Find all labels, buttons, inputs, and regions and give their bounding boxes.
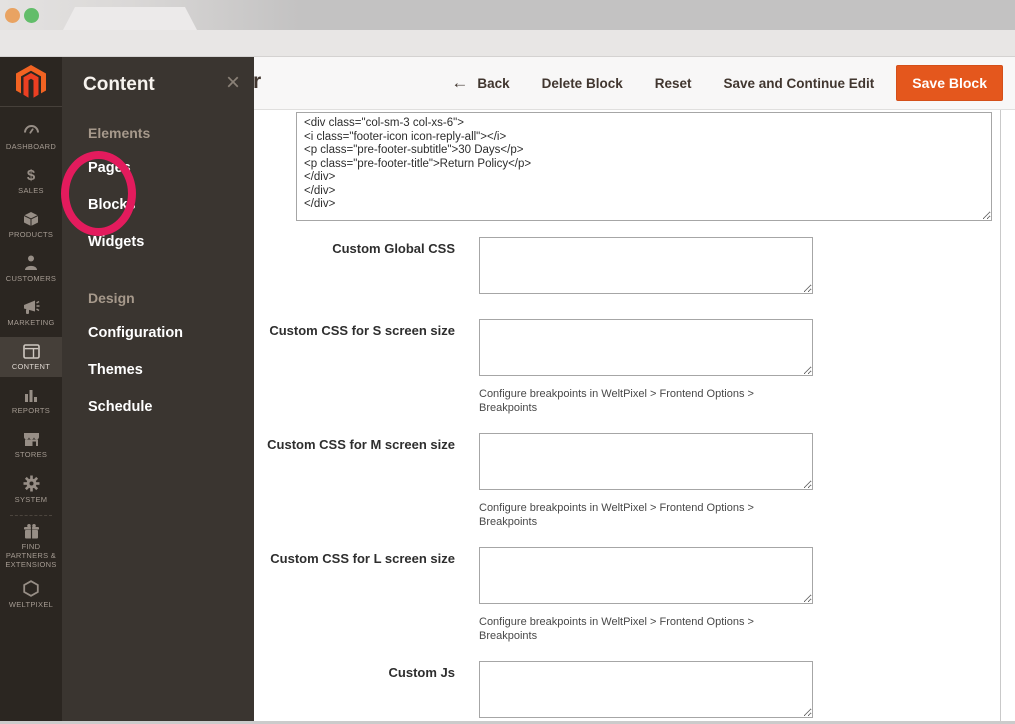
window-minimize-dot[interactable] [5, 8, 20, 23]
custom-global-css-textarea[interactable] [479, 237, 813, 294]
menu-item-widgets[interactable]: Widgets [62, 223, 254, 260]
browser-tab[interactable] [63, 7, 197, 30]
sidebar-item-sales[interactable]: $ SALES [0, 161, 62, 201]
menu-item-blocks[interactable]: Blocks [62, 186, 254, 223]
sidebar-item-customers[interactable]: CUSTOMERS [0, 249, 62, 289]
sidebar-item-marketing[interactable]: MARKETING [0, 293, 62, 333]
section-heading: Elements [88, 125, 151, 141]
header-actions: ← Back Delete Block Reset Save and Conti… [419, 57, 1003, 109]
dollar-icon: $ [27, 167, 36, 183]
gear-icon [23, 475, 39, 491]
flyout-title: Content [83, 74, 155, 95]
browser-titlebar [0, 0, 1015, 30]
close-icon[interactable]: × [226, 71, 240, 95]
flyout-section-design: Design Configuration Themes Schedule [62, 287, 254, 425]
form-rows: Custom Global CSS Custom CSS for S scree… [254, 237, 1015, 724]
sidebar-item-system[interactable]: SYSTEM [0, 469, 62, 509]
content-layout-icon [22, 343, 40, 359]
browser-toolbar [0, 30, 1015, 57]
admin-sidebar: DASHBOARD $ SALES PRODUCTS CUSTOMERS MAR… [0, 57, 62, 721]
delete-block-button[interactable]: Delete Block [542, 76, 623, 91]
field-custom-js: Custom Js Configure breakpoints in WeltP… [254, 661, 1015, 724]
sidebar-item-stores[interactable]: STORES [0, 425, 62, 465]
flyout-section-elements: Elements Pages Blocks Widgets [62, 122, 254, 260]
menu-item-configuration[interactable]: Configuration [62, 314, 254, 351]
custom-js-textarea[interactable] [479, 661, 813, 718]
menu-item-pages[interactable]: Pages [62, 149, 254, 186]
field-label: Custom CSS for M screen size [267, 437, 455, 452]
save-continue-button[interactable]: Save and Continue Edit [724, 76, 875, 91]
field-note: Configure breakpoints in WeltPixel > Fro… [479, 616, 754, 642]
page-title: r [253, 70, 262, 93]
svg-text:$: $ [27, 167, 36, 183]
window-zoom-dot[interactable] [24, 8, 39, 23]
custom-css-m-textarea[interactable] [479, 433, 813, 490]
content-right-edge [1000, 110, 1001, 721]
box-icon [23, 212, 39, 226]
sidebar-item-reports[interactable]: REPORTS [0, 381, 62, 421]
megaphone-icon [23, 300, 39, 314]
block-edit-form: <div class="col-sm-3 col-xs-6"> <i class… [254, 110, 1015, 721]
content-flyout-menu: Content × Elements Pages Blocks Widgets … [62, 57, 254, 721]
sidebar-item-content[interactable]: CONTENT [0, 337, 62, 377]
field-note: Configure breakpoints in WeltPixel > Fro… [479, 502, 754, 528]
sidebar-item-find-partners[interactable]: FIND PARTNERS & EXTENSIONS [0, 522, 62, 570]
hexagon-icon [23, 579, 39, 597]
field-custom-css-m: Custom CSS for M screen size Configure b… [254, 433, 1015, 529]
dashboard-icon [23, 124, 39, 134]
back-button[interactable]: ← Back [451, 73, 509, 93]
custom-css-l-textarea[interactable] [479, 547, 813, 604]
field-label: Custom CSS for S screen size [269, 323, 455, 338]
reset-button[interactable]: Reset [655, 76, 692, 91]
magento-logo[interactable] [0, 57, 62, 107]
gift-icon [23, 523, 39, 538]
block-content-textarea[interactable]: <div class="col-sm-3 col-xs-6"> <i class… [296, 112, 992, 221]
sidebar-item-weltpixel[interactable]: WELTPIXEL [0, 574, 62, 614]
person-icon [25, 255, 37, 270]
storefront-icon [23, 432, 39, 446]
custom-css-s-textarea[interactable] [479, 319, 813, 376]
field-note: Configure breakpoints in WeltPixel > Fro… [479, 388, 754, 414]
section-heading: Design [88, 290, 135, 306]
sidebar-item-products[interactable]: PRODUCTS [0, 205, 62, 245]
field-label: Custom Js [388, 665, 455, 680]
field-label: Custom Global CSS [332, 241, 455, 256]
save-block-button[interactable]: Save Block [896, 65, 1003, 101]
field-custom-css-l: Custom CSS for L screen size Configure b… [254, 547, 1015, 643]
sidebar-divider [10, 515, 52, 516]
sidebar-item-dashboard[interactable]: DASHBOARD [0, 117, 62, 157]
menu-item-themes[interactable]: Themes [62, 351, 254, 388]
bar-chart-icon [25, 389, 37, 402]
menu-item-schedule[interactable]: Schedule [62, 388, 254, 425]
sidebar-nav: DASHBOARD $ SALES PRODUCTS CUSTOMERS MAR… [0, 107, 62, 614]
field-custom-global-css: Custom Global CSS [254, 237, 1015, 294]
field-label: Custom CSS for L screen size [270, 551, 455, 566]
screen: r ← Back Delete Block Reset Save and Con… [0, 0, 1015, 724]
back-arrow-icon: ← [451, 73, 469, 92]
field-custom-css-s: Custom CSS for S screen size Configure b… [254, 319, 1015, 415]
